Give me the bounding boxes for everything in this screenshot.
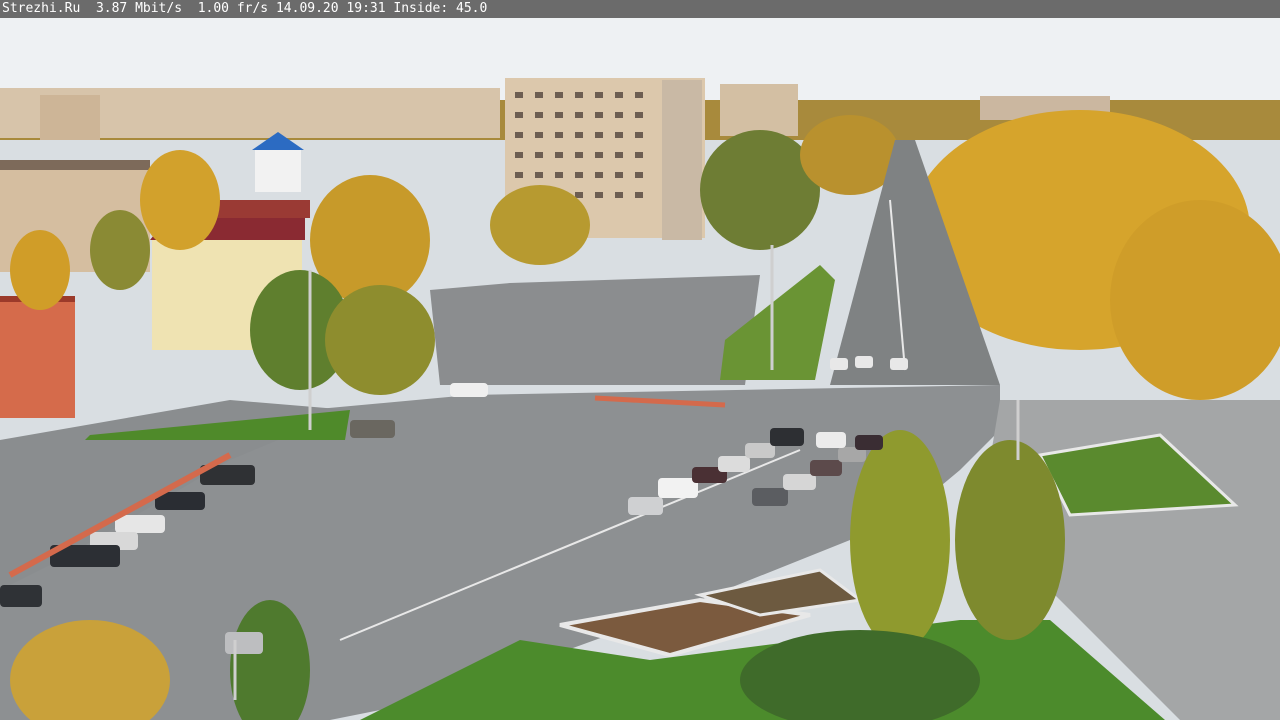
- city-street-scene: [0, 18, 1280, 720]
- blue-roof-tower: [252, 132, 304, 192]
- overlay-inside: Inside: 45.0: [393, 1, 488, 16]
- overlay-date: 14.09.20: [275, 1, 339, 16]
- camera-overlay-bar: Strezhi.Ru 3.87 Mbit/s 1.00 fr/s 14.09.2…: [0, 0, 1280, 18]
- overlay-time: 19:31: [346, 1, 386, 16]
- overlay-framerate: 1.00 fr/s: [197, 1, 269, 16]
- overlay-site: Strezhi.Ru: [2, 1, 81, 16]
- red-brick-building: [0, 296, 75, 418]
- overlay-bitrate: 3.87 Mbit/s: [95, 1, 183, 16]
- central-plaza: [430, 275, 760, 385]
- webcam-frame: Strezhi.Ru 3.87 Mbit/s 1.00 fr/s 14.09.2…: [0, 0, 1280, 720]
